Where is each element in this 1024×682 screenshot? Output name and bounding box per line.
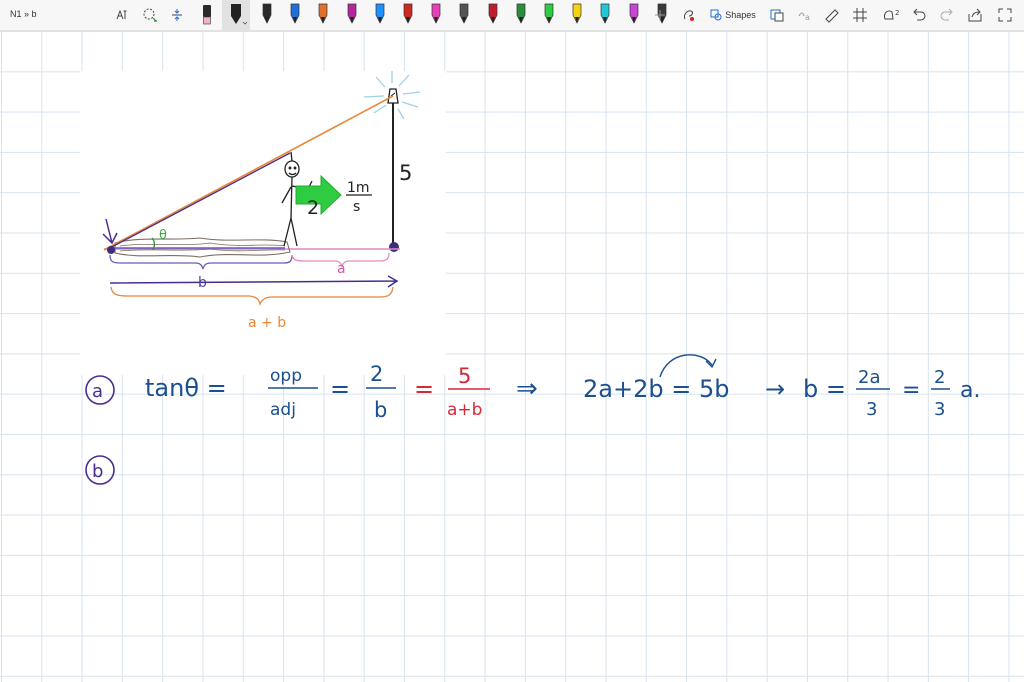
right-arrow: → [765,375,785,403]
pen-swatch-3[interactable] [314,0,332,30]
highlighter-icon[interactable] [198,0,216,30]
pen-swatch-7[interactable] [427,0,445,30]
pen-swatch-11[interactable] [540,0,558,30]
five-numerator: 5 [458,364,471,388]
pen-swatch-2[interactable] [286,0,304,30]
speed-denominator: s [353,199,360,215]
pen-swatch-10[interactable] [512,0,530,30]
pen-swatch-5[interactable] [371,0,389,30]
pen-swatch-1[interactable] [258,0,276,30]
opp: opp [270,366,302,386]
angle-label: θ [159,228,167,243]
label-a-plus-b: a + b [248,315,286,331]
two-numerator-2: 2 [934,367,945,388]
b-denominator: b [374,398,387,422]
shadow-tip-dot [107,246,115,254]
grid-icon[interactable] [851,0,869,30]
pen-swatch-4[interactable] [343,0,361,30]
ruler-icon[interactable] [823,0,841,30]
label-a: a [337,261,346,277]
ink-to-text-icon[interactable]: a [796,0,814,30]
note-canvas[interactable]: θ b a a + b 5 2 1m s a tanθ = opp adj = … [0,31,1024,682]
ink-to-math-icon[interactable] [768,0,786,30]
implies: ⇒ [516,374,538,404]
pen-swatch-6[interactable] [399,0,417,30]
adj: adj [270,400,296,420]
lasso-select-icon[interactable] [141,0,159,30]
speed-numerator: 1m [347,180,370,196]
selected-pen-button[interactable] [222,0,250,30]
two-a-numerator: 2a [858,367,880,388]
shapes-label: Shapes [725,10,756,20]
toolbar: N1 » b Shapes a 2 [0,0,1024,31]
replay-icon[interactable]: 2 [880,0,904,30]
move-arrow [659,354,717,378]
pen-swatch-9[interactable] [484,0,502,30]
pen-swatch-14[interactable] [625,0,643,30]
tan-theta: tanθ = [145,374,227,402]
two-numerator: 2 [370,362,383,386]
redo-icon[interactable] [938,0,956,30]
svg-text:a: a [805,13,810,22]
pen-swatch-13[interactable] [596,0,614,30]
equals-3: = [902,378,920,403]
svg-text:2: 2 [895,9,899,17]
fullscreen-icon[interactable] [996,0,1014,30]
lamp-base-dot [389,242,399,252]
person-height-label-2: 2 [307,197,319,219]
b-equals: b = [803,375,846,403]
three-denominator-1: 3 [866,399,877,420]
insert-space-icon[interactable] [168,0,186,30]
a-period: a. [960,378,980,403]
lasso-text-icon[interactable] [114,0,132,30]
part-b-marker: b [92,461,103,482]
pen-swatch-8[interactable] [455,0,473,30]
equals-2: = [414,375,434,403]
add-pen-icon[interactable] [651,0,669,30]
ink-to-shape-icon[interactable] [680,0,698,30]
shapes-button[interactable]: Shapes [708,0,758,30]
height-label-5: 5 [399,161,412,185]
ink-layer: θ b a a + b 5 2 1m s a tanθ = opp adj = … [80,71,980,485]
page-title: N1 » b [10,9,37,19]
pen-swatch-12[interactable] [568,0,586,30]
share-icon[interactable] [966,0,984,30]
a-plus-b-denominator: a+b [447,400,482,420]
three-denominator-2: 3 [934,399,945,420]
equation-2a-2b-5b: 2a+2b = 5b [583,375,729,403]
equals-1: = [330,375,350,403]
part-a-marker: a [92,381,103,402]
undo-icon[interactable] [910,0,928,30]
